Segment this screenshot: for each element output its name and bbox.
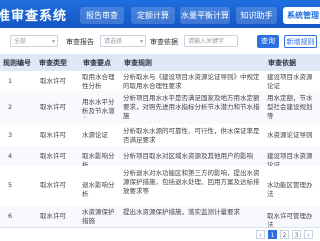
row-id: 4 [8, 152, 13, 160]
row-rule: 提出水资源保护措施，落实监测计量要求 [123, 208, 240, 216]
pagination: ‹ 1 2 3 › [0, 227, 320, 241]
column-header-type: 审查类型 [39, 59, 67, 67]
row-type: 取水许可 [40, 212, 66, 220]
row-rule: 分析取水水源的可靠性、可行性，供水保证率是否满足要求 [123, 127, 260, 144]
row-type: 取水许可 [40, 131, 66, 139]
row-id: 5 [8, 181, 13, 189]
row-basis: 建设项目水资源论证 [267, 152, 313, 167]
row-rule: 分析项目用水水平是否满足国家及地方用水定额要求，对照先进用水指标分析节水潜力和节… [123, 94, 260, 120]
page-button-2[interactable]: 2 [280, 230, 289, 239]
prev-page-button[interactable]: ‹ [256, 230, 265, 239]
top-navigation-bar: 准审查系统 报告审查 定额计算 水量平衡计算 知识助手 系统管理 [0, 0, 320, 28]
row-id: 6 [8, 212, 13, 220]
row-basis: 建设项目水资源论证 [267, 73, 313, 90]
row-basis: 取水许可管理办法 [267, 212, 313, 228]
table-row[interactable]: 4 取水许可 取水影响分析 分析项目取水对区域水资源及其他用户的影响 建设项目水… [0, 146, 320, 167]
row-point: 水资源保护措施 [82, 208, 115, 225]
chevron-down-icon: ▾ [139, 38, 143, 45]
row-basis: 水功能区管理办法 [267, 181, 313, 198]
row-id: 1 [8, 77, 13, 85]
row-id: 3 [8, 131, 13, 139]
basis-search-input[interactable]: 请输入关键字 [184, 35, 238, 47]
row-rule: 分析退水对水功能区和第三方的影响，提出水资源保护措施，包括退水处理、回用方案及达… [123, 169, 260, 195]
search-button[interactable]: 查询 [257, 35, 279, 48]
page-button-3[interactable]: 3 [292, 230, 301, 239]
chevron-down-icon: ▾ [51, 38, 55, 45]
row-id: 2 [8, 103, 13, 111]
table-row[interactable]: 6 取水许可 水资源保护措施 提出水资源保护措施，落实监测计量要求 取水许可管理… [0, 206, 320, 228]
table-header: 规则编号 审查类型 审查要点 审查规则 审查依据 [0, 54, 320, 71]
row-point: 取用水合理性分析 [82, 73, 115, 90]
column-header-basis: 审查依据 [268, 59, 296, 67]
tab-quota-calculation[interactable]: 定额计算 [131, 7, 175, 24]
report-select[interactable]: 请选择 ▾ [100, 35, 146, 47]
app-title: 准审查系统 [0, 9, 68, 24]
filter-select-1[interactable]: 全部 ▾ [10, 35, 58, 47]
row-point: 用水水平分析及节水潜力 [82, 98, 115, 118]
row-type: 取水许可 [40, 103, 66, 111]
row-rule: 分析项目取水对区域水资源及其他用户的影响 [123, 152, 253, 160]
row-rule: 分析取水与《建设项目水资源论证导则》中规定的取用水合理性要求 [123, 73, 260, 90]
tab-knowledge-assistant[interactable]: 知识助手 [236, 7, 277, 24]
row-basis: 水资源论证导则 [267, 131, 313, 139]
column-header-rule: 审查规则 [124, 59, 152, 67]
row-point: 取水影响分析 [82, 152, 115, 167]
page-button-1[interactable]: 1 [268, 230, 277, 239]
tab-system-management[interactable]: 系统管理 [283, 7, 320, 24]
row-type: 取水许可 [40, 77, 66, 85]
tab-water-balance[interactable]: 水量平衡计算 [180, 7, 230, 24]
table-row[interactable]: 5 取水许可 退水影响分析 分析退水对水功能区和第三方的影响，提出水资源保护措施… [0, 166, 320, 207]
row-point: 水源论证 [82, 131, 108, 139]
row-type: 取水许可 [40, 181, 66, 189]
tab-report-review[interactable]: 报告审查 [80, 7, 124, 24]
column-header-id: 规则编号 [3, 59, 31, 67]
add-rule-button[interactable]: 新增规则 [284, 35, 317, 48]
row-basis: 用水定额，节水型社会建设规划等 [267, 94, 313, 120]
row-point: 退水影响分析 [82, 181, 115, 198]
table-row[interactable]: 1 取水许可 取用水合理性分析 分析取水与《建设项目水资源论证导则》中规定的取用… [0, 71, 320, 92]
filter-bar: 全部 ▾ 审查报告 请选择 ▾ 审查依据 请输入关键字 查询 新增规则 [0, 28, 320, 55]
filter-label-3: 审查依据 [150, 38, 178, 46]
table-row[interactable]: 2 取水许可 用水水平分析及节水潜力 分析项目用水水平是否满足国家及地方用水定额… [0, 91, 320, 125]
row-type: 取水许可 [40, 152, 66, 160]
next-page-button[interactable]: › [304, 230, 313, 239]
column-header-point: 审查要点 [83, 59, 111, 67]
table-row[interactable]: 3 取水许可 水源论证 分析取水水源的可靠性、可行性，供水保证率是否满足要求 水… [0, 124, 320, 147]
filter-label-2: 审查报告 [66, 38, 94, 46]
